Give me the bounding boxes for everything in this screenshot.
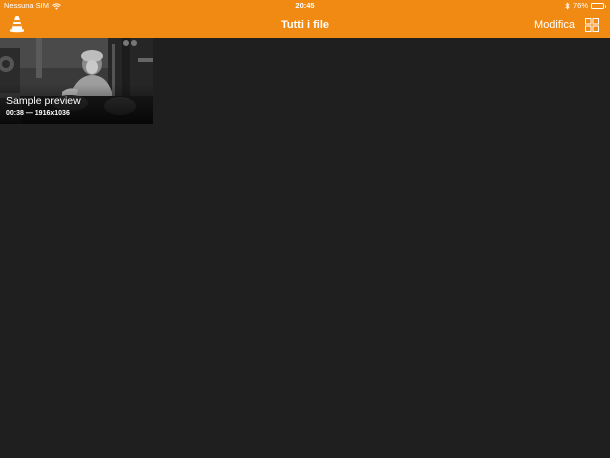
page-title: Tutti i file	[280, 19, 330, 31]
bluetooth-icon	[565, 2, 570, 10]
grid-view-icon[interactable]	[585, 18, 599, 32]
battery-percent: 76%	[572, 1, 588, 10]
battery-icon	[591, 3, 606, 9]
app-window: Nessuna SIM 20:45 76% Tutti i file Modif…	[0, 0, 610, 458]
edit-button[interactable]: Modifica	[534, 12, 575, 38]
media-meta: 00:38 — 1916x1036	[6, 110, 70, 117]
status-right: 76%	[565, 0, 606, 12]
status-bar: Nessuna SIM 20:45 76%	[0, 0, 610, 12]
navigation-bar: Tutti i file Modifica	[0, 12, 610, 38]
media-item[interactable]: Sample preview 00:38 — 1916x1036	[0, 38, 153, 124]
media-title: Sample preview	[6, 95, 81, 107]
top-bar: Nessuna SIM 20:45 76% Tutti i file Modif…	[0, 0, 610, 38]
status-time: 20:45	[295, 1, 315, 10]
